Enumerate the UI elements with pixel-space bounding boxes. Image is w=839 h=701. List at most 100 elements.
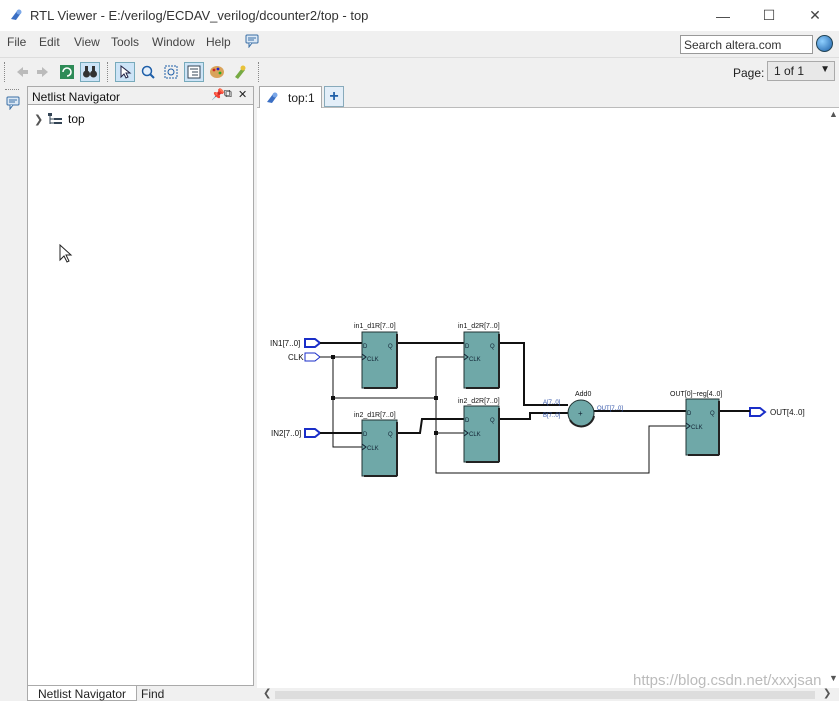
back-icon[interactable] (12, 62, 32, 82)
pin-d-label: D (363, 432, 368, 438)
toolbar-grip (4, 62, 5, 82)
menu-view[interactable]: View (74, 35, 100, 49)
pin-d-label: D (465, 418, 470, 424)
port-in1[interactable]: IN1[7..0] (270, 338, 322, 348)
scroll-down-icon[interactable]: ▼ (829, 673, 838, 683)
search-input[interactable] (680, 35, 813, 54)
pin-clk-label: CLK (469, 357, 481, 363)
toolbar-separator-2 (258, 62, 259, 82)
maximize-button[interactable]: ☐ (746, 0, 792, 31)
port-out-label: OUT[4..0] (770, 408, 805, 417)
hierarchy-icon (48, 113, 62, 124)
pin-clk-label: CLK (691, 425, 703, 431)
menu-window[interactable]: Window (152, 35, 195, 49)
pin-q-label: Q (490, 418, 495, 424)
register-in2-d2R[interactable]: in2_d2R[7..0] D Q CLK (458, 398, 500, 463)
fit-in-window-icon[interactable] (161, 62, 181, 82)
scroll-up-icon[interactable]: ▲ (829, 109, 838, 119)
float-icon[interactable]: ⧉ (224, 88, 232, 101)
help-chat-icon[interactable] (245, 34, 259, 48)
pin-icon[interactable]: 📌 (211, 88, 225, 101)
vertical-scrollbar[interactable]: ▲ ▼ (826, 108, 839, 688)
menu-help[interactable]: Help (206, 35, 231, 49)
dock-grip (5, 89, 19, 90)
menu-file[interactable]: File (7, 35, 26, 49)
port-in2-label: IN2[7..0] (271, 429, 301, 438)
pin-q-label: Q (490, 344, 495, 350)
page-select-value: 1 of 1 (774, 64, 805, 78)
select-pointer-icon[interactable] (115, 62, 135, 82)
page-label: Page: (733, 66, 765, 80)
rtl-viewer-icon (11, 9, 22, 20)
new-tab-button[interactable]: + (324, 86, 344, 107)
forward-icon[interactable] (33, 62, 53, 82)
port-out[interactable]: OUT[4..0] (749, 407, 805, 417)
pin-q-label: Q (388, 432, 393, 438)
binoculars-icon[interactable] (80, 62, 100, 82)
pin-clk-label: CLK (367, 357, 379, 363)
pin-d-label: D (363, 344, 368, 350)
tab-top-1[interactable]: top:1 (259, 86, 322, 108)
page-select[interactable]: 1 of 1 ▼ (767, 61, 835, 81)
register-label: in2_d2R[7..0] (458, 398, 500, 405)
close-icon[interactable]: ✕ (238, 88, 247, 101)
horizontal-scrollbar[interactable]: ❮ ❯ (257, 688, 839, 701)
hierarchy-list-icon[interactable] (184, 62, 204, 82)
left-dock-strip (0, 86, 25, 701)
navigator-bottom-tabs: Netlist Navigator Find (27, 686, 254, 701)
globe-icon[interactable] (816, 35, 833, 52)
rtl-viewer-icon (267, 92, 278, 103)
tab-find[interactable]: Find (131, 686, 174, 701)
port-in1-label: IN1[7..0] (270, 339, 300, 348)
watermark: https://blog.csdn.net/xxxjsan (633, 672, 822, 689)
pin-d-label: D (465, 344, 470, 350)
window-title: RTL Viewer - E:/verilog/ECDAV_verilog/dc… (30, 8, 369, 23)
pin-clk-label: CLK (367, 446, 379, 452)
mouse-cursor-icon (59, 244, 73, 263)
port-clk[interactable]: CLK (288, 352, 321, 362)
register-in1-d2R[interactable]: in1_d2R[7..0] D Q CLK (458, 323, 500, 389)
zoom-icon[interactable] (138, 62, 158, 82)
menu-edit[interactable]: Edit (39, 35, 60, 49)
adder-in-b-label: B[7..0] (543, 413, 561, 419)
register-label: in1_d2R[7..0] (458, 323, 500, 330)
navigator-title: Netlist Navigator (32, 90, 121, 104)
tab-label: top:1 (288, 90, 315, 105)
register-out-reg[interactable]: OUT[0]~reg[4..0] D Q CLK (670, 391, 722, 456)
schematic-canvas[interactable]: top:1 + IN1[7..0] CLK IN2[7..0] OUT[4..0… (257, 86, 839, 701)
register-in1-d1R[interactable]: in1_d1R[7..0] D Q CLK (354, 323, 398, 389)
register-in2-d1R[interactable]: in2_d1R[7..0] D Q CLK (354, 412, 398, 477)
register-label: in1_d1R[7..0] (354, 323, 396, 330)
document-tab-strip: top:1 + (257, 86, 839, 108)
navigator-header: Netlist Navigator 📌 ⧉ ✕ (28, 87, 253, 105)
register-label: in2_d1R[7..0] (354, 412, 396, 419)
chevron-down-icon: ▼ (820, 64, 830, 75)
adder-in-a-label: A[7..0] (543, 400, 561, 406)
tree-item-top[interactable]: ❯ top (34, 111, 85, 127)
tab-netlist-navigator[interactable]: Netlist Navigator (27, 686, 138, 701)
adder-out-label: OUT[7..0] (597, 406, 623, 412)
adder-name: Add0 (575, 391, 591, 398)
chevron-right-icon[interactable]: ❯ (34, 113, 48, 126)
toolbar (0, 57, 839, 85)
close-button[interactable]: ✕ (792, 0, 838, 31)
pin-q-label: Q (388, 344, 393, 350)
menu-tools[interactable]: Tools (111, 35, 139, 49)
messages-icon[interactable] (6, 96, 20, 110)
netlist-navigator-panel: Netlist Navigator 📌 ⧉ ✕ ❯ top (27, 86, 254, 686)
adder-symbol: + (578, 409, 583, 418)
port-in2[interactable]: IN2[7..0] (271, 428, 322, 438)
netlist-tool-icon[interactable] (230, 62, 250, 82)
horizontal-scroll-thumb[interactable] (275, 691, 815, 699)
toolbar-separator (107, 62, 108, 82)
scroll-left-icon[interactable]: ❮ (263, 688, 271, 699)
adder-add0[interactable]: + Add0 A[7..0] B[7..0] OUT[7..0] (543, 391, 623, 428)
pin-clk-label: CLK (469, 432, 481, 438)
tree-item-label: top (68, 112, 85, 126)
scroll-right-icon[interactable]: ❯ (823, 688, 831, 699)
color-palette-icon[interactable] (207, 62, 227, 82)
pin-q-label: Q (710, 411, 715, 417)
refresh-icon[interactable] (57, 62, 77, 82)
minimize-button[interactable]: — (700, 0, 746, 31)
pin-d-label: D (687, 411, 692, 417)
